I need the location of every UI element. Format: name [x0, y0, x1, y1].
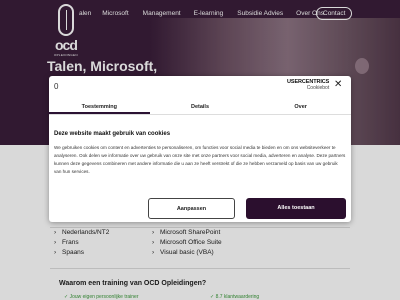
tab-details[interactable]: Details: [150, 101, 251, 114]
consent-heading: Deze website maakt gebruik van cookies: [54, 131, 171, 137]
adjust-button[interactable]: Aanpassen: [148, 198, 235, 219]
cookie-consent-dialog: 0 USERCENTRICS Cookiebot ✕ Toestemming D…: [49, 76, 351, 222]
tab-toestemming[interactable]: Toestemming: [49, 101, 150, 114]
close-icon[interactable]: ✕: [334, 79, 342, 90]
usercentrics-brand[interactable]: USERCENTRICS Cookiebot: [287, 79, 330, 91]
consent-body: We gebruiken cookies om content en adver…: [54, 145, 346, 174]
dialog-logo: 0: [54, 82, 59, 91]
tab-over[interactable]: Over: [250, 101, 351, 114]
brand-sub: Cookiebot: [306, 84, 330, 91]
accept-all-button[interactable]: Alles toestaan: [246, 198, 346, 219]
consent-tabs: Toestemming Details Over: [49, 101, 351, 115]
